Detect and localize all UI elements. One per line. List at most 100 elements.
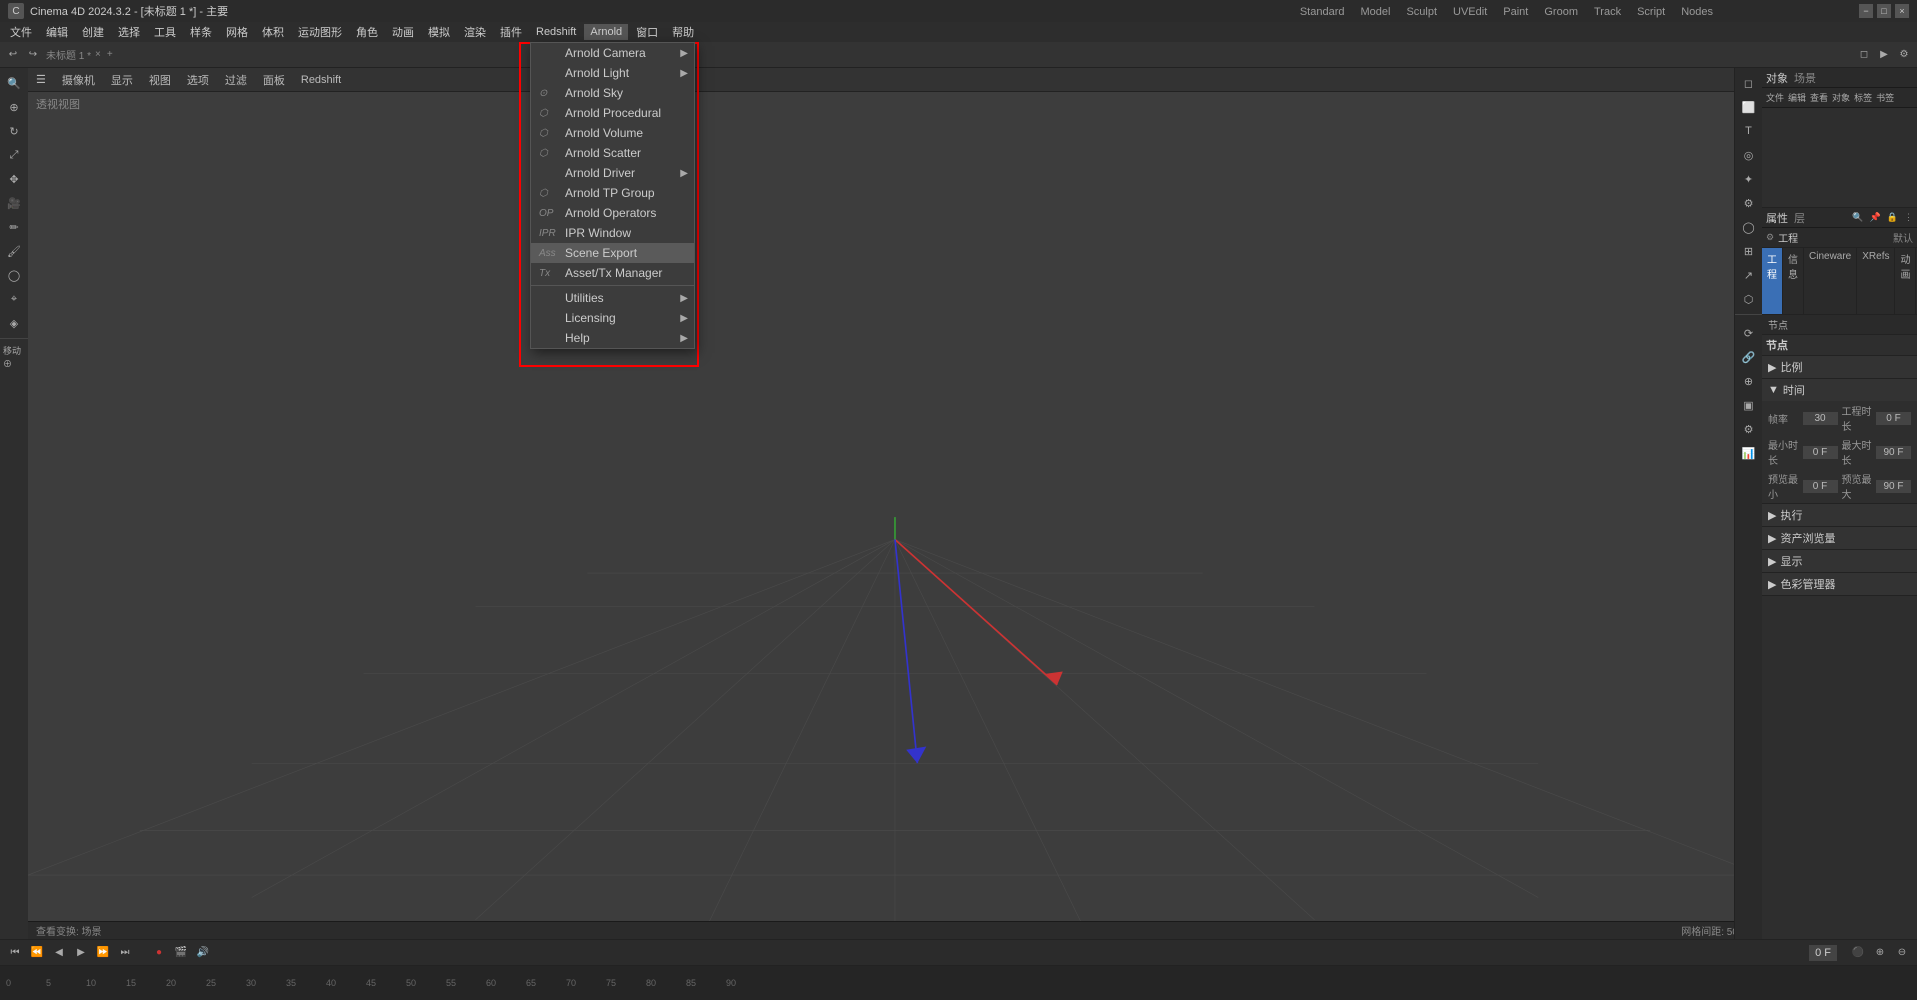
menu-tools[interactable]: 工具 [148, 22, 182, 42]
toolbar-list-icon[interactable]: ☰ [32, 71, 50, 88]
camera-tool[interactable]: 🎥 [3, 192, 25, 214]
menu-help[interactable]: 帮助 [666, 22, 700, 42]
menu-arnold-tp-group[interactable]: ⬡ Arnold TP Group [531, 183, 694, 203]
menu-arnold-driver[interactable]: Arnold Driver ▶ [531, 163, 694, 183]
menu-help[interactable]: Help ▶ [531, 328, 694, 348]
ratio-header[interactable]: ▶ 比例 [1762, 356, 1917, 378]
knife-tool[interactable]: ⌖ [3, 288, 25, 310]
undo-icon[interactable]: ↩ [4, 46, 22, 64]
toolbar-redshift-btn[interactable]: Redshift [297, 72, 345, 88]
minimize-button[interactable]: − [1859, 4, 1873, 18]
assets-header[interactable]: ▶ 资产浏览量 [1762, 527, 1917, 549]
tab-project[interactable]: 工程 [1762, 248, 1783, 314]
tab-xrefs[interactable]: XRefs [1857, 248, 1895, 314]
menu-spline[interactable]: 样条 [184, 22, 218, 42]
menu-asset-tx[interactable]: Tx Asset/Tx Manager [531, 263, 694, 283]
submenu-tag[interactable]: 标签 [1854, 91, 1872, 104]
render-settings-icon[interactable]: ⚙ [1895, 46, 1913, 64]
link-icon[interactable]: 🔗 [1738, 346, 1760, 368]
key-icon[interactable]: ⚫ [1849, 944, 1867, 962]
render-icon[interactable]: ▶ [1875, 46, 1893, 64]
move-icon2[interactable]: ⟳ [1738, 322, 1760, 344]
key-del-icon[interactable]: ⊖ [1893, 944, 1911, 962]
layer-icon[interactable]: ⊞ [1738, 240, 1760, 262]
history-icon[interactable]: ⊕ [1738, 370, 1760, 392]
rotate-tool[interactable]: ↻ [3, 120, 25, 142]
tab-cineware[interactable]: Cineware [1804, 248, 1857, 314]
menu-window[interactable]: 窗口 [630, 22, 664, 42]
go-start-icon[interactable]: ⏮ [6, 944, 24, 962]
submenu-edit[interactable]: 编辑 [1788, 91, 1806, 104]
menu-render[interactable]: 渲染 [458, 22, 492, 42]
panel-object-tab[interactable]: 对象 [1766, 70, 1788, 86]
tab-model[interactable]: Model [1356, 4, 1394, 20]
submenu-file[interactable]: 文件 [1766, 91, 1784, 104]
time-header[interactable]: ▼ 时间 [1762, 379, 1917, 401]
text-icon[interactable]: T [1738, 120, 1760, 142]
sound-icon[interactable]: 🔊 [194, 944, 212, 962]
min-value[interactable]: 0 F [1803, 446, 1838, 459]
settings-icon[interactable]: ⚙ [1738, 418, 1760, 440]
motion-icon[interactable]: 🎬 [172, 944, 190, 962]
record-icon[interactable]: ● [150, 944, 168, 962]
maximize-button[interactable]: □ [1877, 4, 1891, 18]
magnet-tool[interactable]: ◈ [3, 312, 25, 334]
menu-arnold-light[interactable]: Arnold Light ▶ [531, 63, 694, 83]
display-header[interactable]: ▶ 显示 [1762, 550, 1917, 572]
menu-volume[interactable]: 体积 [256, 22, 290, 42]
menu-create[interactable]: 创建 [76, 22, 110, 42]
circle-icon[interactable]: ◯ [1738, 216, 1760, 238]
menu-mesh[interactable]: 网格 [220, 22, 254, 42]
menu-mograph[interactable]: 运动图形 [292, 22, 348, 42]
max-value[interactable]: 90 F [1876, 446, 1911, 459]
menu-arnold-volume[interactable]: ⬡ Arnold Volume [531, 123, 694, 143]
prev-min-value[interactable]: 0 F [1803, 480, 1838, 493]
object-manager-icon[interactable]: ◻ [1738, 72, 1760, 94]
tab-paint[interactable]: Paint [1499, 4, 1532, 20]
color-header[interactable]: ▶ 色彩管理器 [1762, 573, 1917, 595]
select-tool[interactable]: 🔍 [3, 72, 25, 94]
menu-select[interactable]: 选择 [112, 22, 146, 42]
toolbar-camera-btn[interactable]: 摄像机 [58, 70, 99, 90]
menu-utilities[interactable]: Utilities ▶ [531, 288, 694, 308]
menu-arnold-camera[interactable]: Arnold Camera ▶ [531, 43, 694, 63]
paint-brush-tool[interactable]: 🖌 [3, 240, 25, 262]
menu-arnold-procedural[interactable]: ⬡ Arnold Procedural [531, 103, 694, 123]
key-add-icon[interactable]: ⊕ [1871, 944, 1889, 962]
submenu-bookmark[interactable]: 书签 [1876, 91, 1894, 104]
window-controls[interactable]: − □ × [1859, 4, 1909, 18]
menu-arnold-sky[interactable]: ⊙ Arnold Sky [531, 83, 694, 103]
move-tool[interactable]: ⊕ [3, 96, 25, 118]
attr-search-icon[interactable]: 🔍 [1852, 212, 1863, 223]
tab-script[interactable]: Script [1633, 4, 1669, 20]
pen-tool[interactable]: ✏ [3, 216, 25, 238]
menu-redshift[interactable]: Redshift [530, 24, 582, 40]
gear-icon[interactable]: ⚙ [1738, 192, 1760, 214]
execute-header[interactable]: ▶ 执行 [1762, 504, 1917, 526]
proj-len-value[interactable]: 0 F [1876, 412, 1911, 425]
menu-animate[interactable]: 动画 [386, 22, 420, 42]
attr-lock-icon[interactable]: 🔒 [1887, 212, 1898, 223]
menu-licensing[interactable]: Licensing ▶ [531, 308, 694, 328]
menu-ipr-window[interactable]: IPR IPR Window [531, 223, 694, 243]
menu-edit[interactable]: 编辑 [40, 22, 74, 42]
attr-pin-icon[interactable]: 📌 [1870, 212, 1881, 223]
mograph-icon[interactable]: ⬡ [1738, 288, 1760, 310]
toolbar-view-btn[interactable]: 视图 [145, 70, 175, 90]
menu-character[interactable]: 角色 [350, 22, 384, 42]
submenu-object[interactable]: 对象 [1832, 91, 1850, 104]
viewport[interactable]: 透视视图 [28, 92, 1762, 939]
close-button[interactable]: × [1895, 4, 1909, 18]
toolbar-panel-btn[interactable]: 面板 [259, 70, 289, 90]
stats-icon[interactable]: 📊 [1738, 442, 1760, 464]
step-back-icon[interactable]: ⏪ [28, 944, 46, 962]
menu-file[interactable]: 文件 [4, 22, 38, 42]
menu-arnold[interactable]: Arnold [584, 24, 628, 40]
cube-icon[interactable]: ⬜ [1738, 96, 1760, 118]
tab-track[interactable]: Track [1590, 4, 1625, 20]
render-region-icon[interactable]: ◻ [1855, 46, 1873, 64]
go-end-icon[interactable]: ⏭ [116, 944, 134, 962]
tab-groom[interactable]: Groom [1540, 4, 1582, 20]
tab-standard[interactable]: Standard [1296, 4, 1349, 20]
tab-nodes[interactable]: Nodes [1677, 4, 1717, 20]
